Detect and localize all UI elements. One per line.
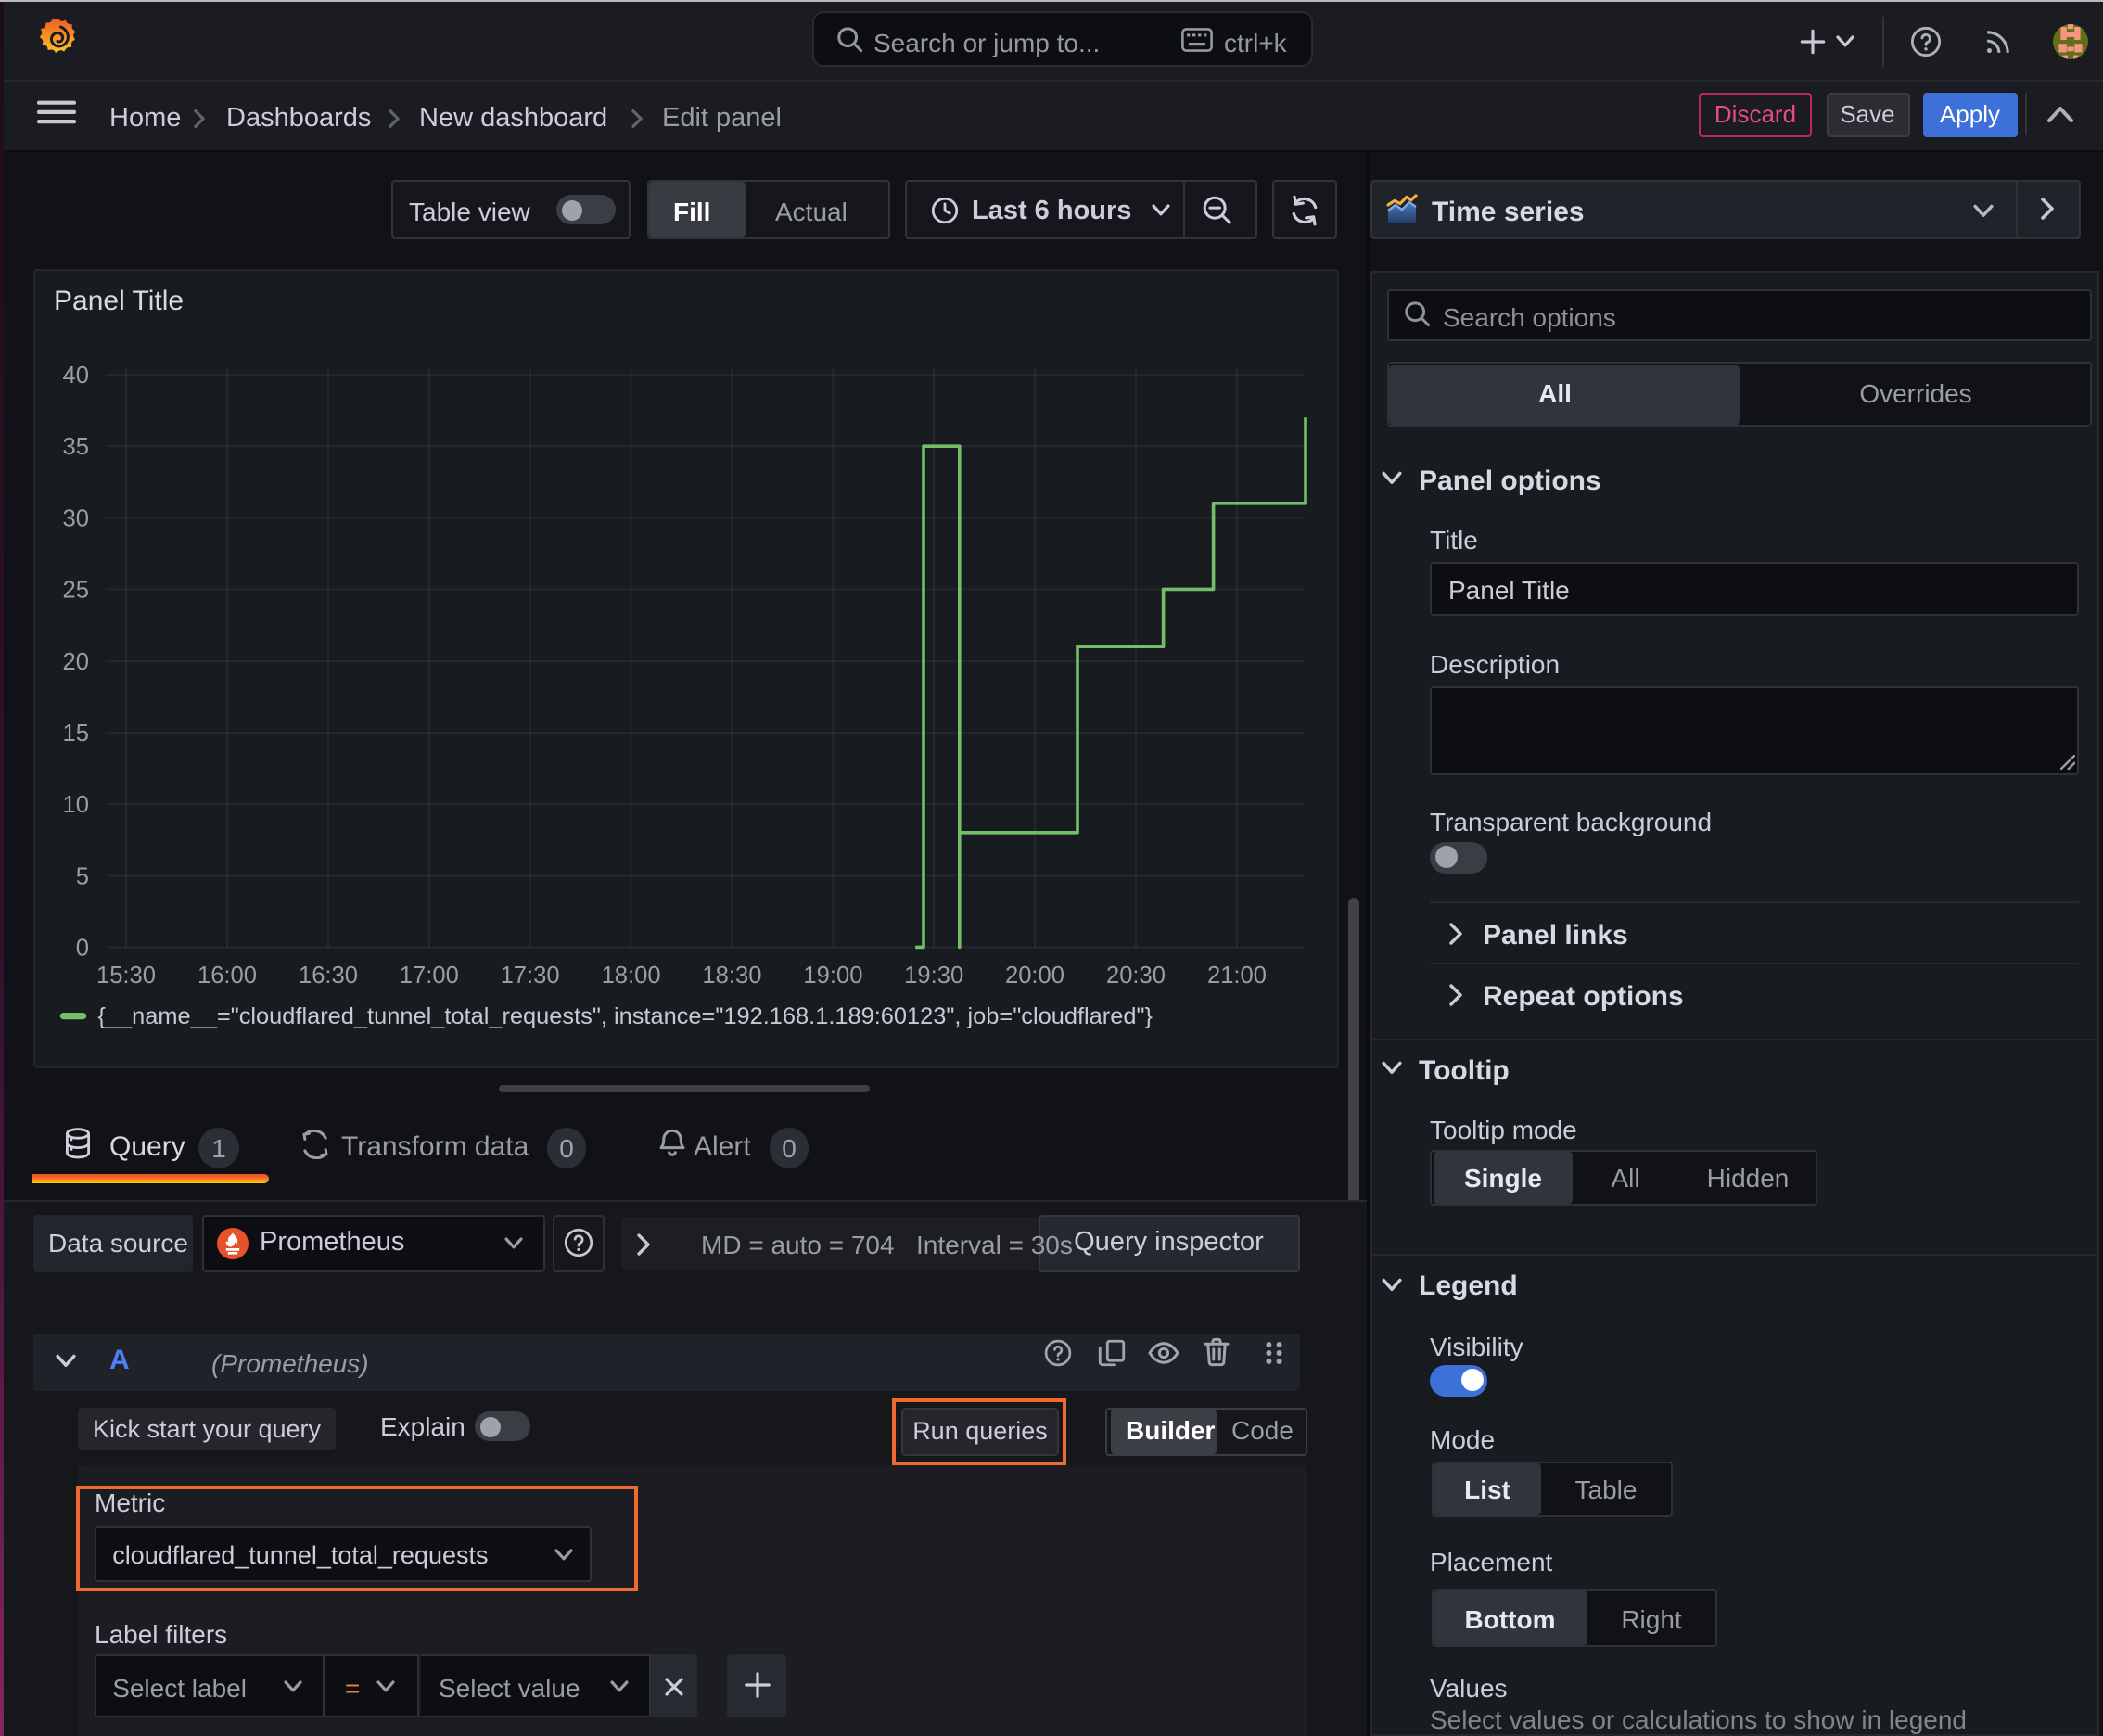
- svg-text:{__name__="cloudflared_tunnel_: {__name__="cloudflared_tunnel_total_requ…: [97, 1003, 1153, 1029]
- svg-text:20: 20: [63, 649, 89, 675]
- svg-text:25: 25: [63, 578, 89, 604]
- svg-text:19:00: 19:00: [803, 963, 862, 989]
- svg-text:18:00: 18:00: [602, 963, 661, 989]
- svg-text:15: 15: [63, 721, 89, 747]
- svg-text:0: 0: [76, 935, 89, 961]
- svg-text:21:00: 21:00: [1207, 963, 1267, 989]
- svg-text:18:30: 18:30: [702, 963, 761, 989]
- svg-text:20:00: 20:00: [1005, 963, 1064, 989]
- svg-text:10: 10: [63, 792, 89, 818]
- svg-text:16:30: 16:30: [299, 963, 358, 989]
- svg-text:5: 5: [76, 863, 89, 889]
- svg-text:17:00: 17:00: [400, 963, 459, 989]
- svg-text:30: 30: [63, 505, 89, 531]
- svg-text:16:00: 16:00: [198, 963, 257, 989]
- svg-text:17:30: 17:30: [501, 963, 560, 989]
- svg-text:35: 35: [63, 434, 89, 460]
- svg-text:19:30: 19:30: [904, 963, 963, 989]
- svg-text:20:30: 20:30: [1106, 963, 1166, 989]
- svg-text:15:30: 15:30: [96, 963, 156, 989]
- svg-text:40: 40: [63, 363, 89, 389]
